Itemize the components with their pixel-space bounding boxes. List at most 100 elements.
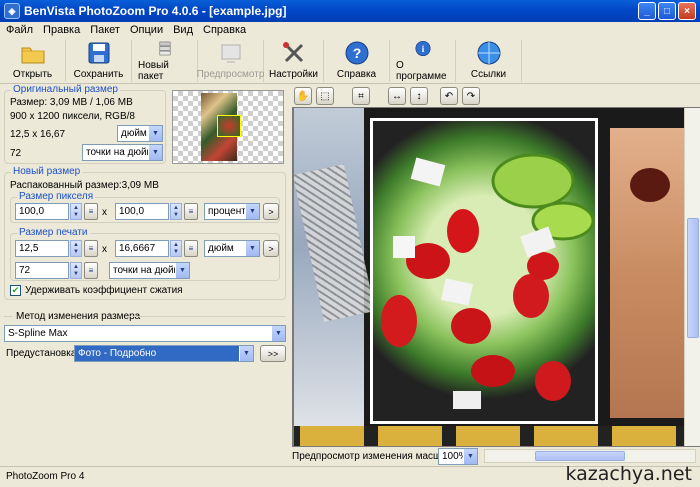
pixel-unit-value: процент xyxy=(208,206,246,217)
hand-tool-icon[interactable]: ✋ xyxy=(294,87,312,105)
pixel-height-spinner[interactable]: ▲ ▼ xyxy=(170,203,182,220)
spin-up-icon: ▲ xyxy=(173,204,179,211)
original-res-unit-value: точки на дюйм xyxy=(86,147,154,158)
original-unit-value: дюйм xyxy=(121,128,147,139)
print-width-menu-button[interactable]: ≡ xyxy=(84,240,98,257)
help-button[interactable]: ? Справка xyxy=(324,40,390,82)
chevron-down-icon: ▼ xyxy=(175,263,189,278)
chevron-down-icon: ▼ xyxy=(148,145,162,160)
pixel-height-input[interactable]: 100,0 xyxy=(115,203,169,220)
arrow-right-icon: > xyxy=(268,243,274,254)
spin-down-icon: ▼ xyxy=(73,271,79,278)
open-label: Открыть xyxy=(12,69,53,80)
pixel-width-input[interactable]: 100,0 xyxy=(15,203,69,220)
times-label: x xyxy=(102,244,107,255)
menu-file[interactable]: Файл xyxy=(6,24,33,36)
vertical-scrollbar[interactable] xyxy=(684,108,700,446)
watermark: kazachya.net xyxy=(565,463,692,485)
thumbnail-viewport[interactable] xyxy=(217,115,241,137)
print-height-input[interactable]: 16,6667 xyxy=(115,240,169,257)
arrow-right-icon: > xyxy=(268,206,274,217)
resize-method-select[interactable]: S-Spline Max ▼ xyxy=(4,325,286,342)
about-button[interactable]: i О программе xyxy=(390,40,456,82)
settings-button[interactable]: Настройки xyxy=(264,40,324,82)
rotate-left-icon[interactable]: ↶ xyxy=(440,87,458,105)
original-file-size: Размер: 3,09 MB / 1,06 MB xyxy=(10,97,133,108)
keep-ratio-checkbox[interactable]: ✔ xyxy=(10,285,21,296)
pixel-size-label: Размер пикселя xyxy=(17,191,96,202)
new-batch-button[interactable]: Новый пакет xyxy=(132,40,198,82)
svg-text:?: ? xyxy=(352,45,361,61)
app-icon: ◈ xyxy=(4,3,20,19)
preview-button[interactable]: Предпросмотр xyxy=(197,40,264,82)
menu-edit[interactable]: Правка xyxy=(43,24,80,36)
chevron-down-icon: ▼ xyxy=(245,204,259,219)
navigator-thumbnail[interactable] xyxy=(172,90,284,164)
preset-value: Фото - Подробно xyxy=(78,348,157,359)
face-photo-strip xyxy=(610,128,684,418)
save-label: Сохранить xyxy=(73,69,124,80)
pixel-unit-select[interactable]: процент ▼ xyxy=(204,203,260,220)
new-size-label: Новый размер xyxy=(11,166,83,177)
preset-select[interactable]: Фото - Подробно ▼ xyxy=(74,345,254,362)
method-separator-left xyxy=(4,316,12,317)
batch-stack-icon xyxy=(158,41,171,56)
menu-view[interactable]: Вид xyxy=(173,24,193,36)
image-preview[interactable] xyxy=(294,108,684,446)
folder-icon xyxy=(21,47,44,64)
save-button[interactable]: Сохранить xyxy=(66,40,132,82)
flip-horizontal-icon[interactable]: ↔ xyxy=(388,87,406,105)
selection-tool-icon[interactable]: ⬚ xyxy=(316,87,334,105)
print-height-spinner[interactable]: ▲ ▼ xyxy=(170,240,182,257)
horizontal-scrollbar[interactable] xyxy=(484,449,696,463)
print-resolution-spinner[interactable]: ▲ ▼ xyxy=(70,262,82,279)
menu-options[interactable]: Опции xyxy=(130,24,163,36)
title-bar: ◈ BenVista PhotoZoom Pro 4.0.6 - [exampl… xyxy=(0,0,700,22)
preset-more-button[interactable]: >> xyxy=(260,345,286,362)
maximize-button[interactable]: □ xyxy=(658,2,676,20)
open-button[interactable]: Открыть xyxy=(0,40,66,82)
zoom-select[interactable]: 100% ▼ xyxy=(438,448,478,465)
print-resolution-menu-button[interactable]: ≡ xyxy=(84,262,98,279)
pixel-height-menu-button[interactable]: ≡ xyxy=(184,203,198,220)
print-unit-select[interactable]: дюйм ▼ xyxy=(204,240,260,257)
new-batch-label: Новый пакет xyxy=(138,60,169,82)
help-label: Справка xyxy=(336,69,377,80)
floppy-disk-icon xyxy=(88,42,109,64)
windmill-sail xyxy=(294,164,376,322)
flip-vertical-icon[interactable]: ↕ xyxy=(410,87,428,105)
windmill-photo-strip xyxy=(294,108,376,446)
chevron-down-icon: ▼ xyxy=(463,449,477,464)
toolbar: Открыть Сохранить Новый пакет Предпросмо… xyxy=(0,38,700,84)
spin-down-icon: ▼ xyxy=(73,212,79,219)
print-unit-arrow-button[interactable]: > xyxy=(263,240,279,257)
spin-up-icon: ▲ xyxy=(73,204,79,211)
hscroll-thumb[interactable] xyxy=(535,451,625,461)
mouth-shape xyxy=(630,168,670,202)
crop-tool-icon[interactable]: ⌗ xyxy=(352,87,370,105)
original-resolution: 72 xyxy=(10,148,22,159)
links-button[interactable]: Ссылки xyxy=(456,40,522,82)
view-toolbar: ✋ ⬚ ⌗ ↔ ↕ ↶ ↷ xyxy=(292,85,700,107)
print-height-menu-button[interactable]: ≡ xyxy=(184,240,198,257)
menu-help[interactable]: Справка xyxy=(203,24,246,36)
menu-batch[interactable]: Пакет xyxy=(90,24,120,36)
keep-ratio-label: Удерживать коэффициент сжатия xyxy=(25,285,183,296)
pixel-unit-arrow-button[interactable]: > xyxy=(263,203,279,220)
original-unit-select[interactable]: дюйм ▼ xyxy=(117,125,163,142)
print-res-unit-select[interactable]: точки на дюйм ▼ xyxy=(109,262,190,279)
close-button[interactable]: × xyxy=(678,2,696,20)
minimize-button[interactable]: _ xyxy=(638,2,656,20)
original-res-unit-select[interactable]: точки на дюйм ▼ xyxy=(82,144,163,161)
pixel-width-menu-button[interactable]: ≡ xyxy=(84,203,98,220)
scrollbar-thumb[interactable] xyxy=(687,218,699,338)
print-resolution-input[interactable]: 72 xyxy=(15,262,69,279)
pixel-width-spinner[interactable]: ▲ ▼ xyxy=(70,203,82,220)
chevron-down-icon: ▼ xyxy=(245,241,259,256)
rotate-right-icon[interactable]: ↷ xyxy=(462,87,480,105)
tools-icon xyxy=(282,42,303,63)
print-width-input[interactable]: 12,5 xyxy=(15,240,69,257)
photo-strip-bottom xyxy=(294,426,684,446)
print-width-spinner[interactable]: ▲ ▼ xyxy=(70,240,82,257)
print-res-unit-value: точки на дюйм xyxy=(113,265,181,276)
